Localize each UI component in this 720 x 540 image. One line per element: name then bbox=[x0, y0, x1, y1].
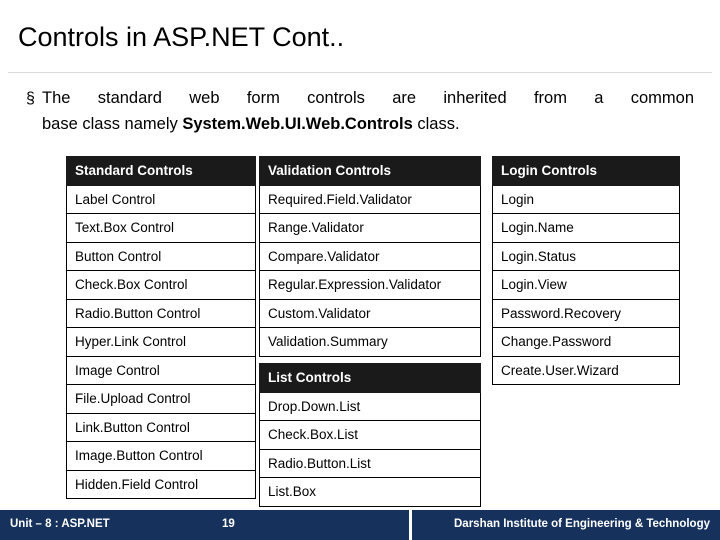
table-cell: Check.Box.List bbox=[259, 420, 481, 450]
table-row: Login.Name bbox=[492, 213, 680, 243]
table-row: List Controls bbox=[259, 363, 481, 393]
page-title: Controls in ASP.NET Cont.. bbox=[18, 22, 345, 52]
table-row: Image Control bbox=[66, 355, 256, 385]
table-header-cell: Validation Controls bbox=[259, 156, 481, 186]
table-list-controls: List Controls Drop.Down.List Check.Box.L… bbox=[259, 363, 481, 507]
table-cell: Text.Box Control bbox=[66, 213, 256, 243]
table-cell: Create.User.Wizard bbox=[492, 355, 680, 385]
table-cell: Range.Validator bbox=[259, 213, 481, 243]
table-row: Regular.Expression.Validator bbox=[259, 270, 481, 300]
table-cell: Image.Button Control bbox=[66, 441, 256, 471]
table-row: Label Control bbox=[66, 184, 256, 214]
table-row: Password.Recovery bbox=[492, 298, 680, 328]
table-row: Radio.Button Control bbox=[66, 298, 256, 328]
bullet-line-2: base class namely System.Web.UI.Web.Cont… bbox=[42, 112, 694, 137]
table-cell: Hyper.Link Control bbox=[66, 327, 256, 357]
footer-unit-label: Unit – 8 : ASP.NET bbox=[10, 518, 110, 530]
table-row: Login Controls bbox=[492, 156, 680, 186]
table-cell: Label Control bbox=[66, 184, 256, 214]
table-cell: Drop.Down.List bbox=[259, 391, 481, 421]
table-cell: Radio.Button.List bbox=[259, 448, 481, 478]
table-row: Standard Controls bbox=[66, 156, 256, 186]
table-header-cell: List Controls bbox=[259, 363, 481, 393]
table-row: Image.Button Control bbox=[66, 441, 256, 471]
bullet-block: § The standard web form controls are inh… bbox=[26, 86, 698, 137]
table-row: Compare.Validator bbox=[259, 241, 481, 271]
table-row: Validation.Summary bbox=[259, 327, 481, 357]
table-cell: Hidden.Field Control bbox=[66, 469, 256, 499]
table-header-cell: Standard Controls bbox=[66, 156, 256, 186]
table-cell: Link.Button Control bbox=[66, 412, 256, 442]
table-cell: Login.Status bbox=[492, 241, 680, 271]
table-validation-controls: Validation Controls Required.Field.Valid… bbox=[259, 156, 481, 357]
footer-separator bbox=[409, 510, 412, 540]
table-cell: Validation.Summary bbox=[259, 327, 481, 357]
table-cell: File.Upload Control bbox=[66, 384, 256, 414]
table-cell: Custom.Validator bbox=[259, 298, 481, 328]
table-row: Create.User.Wizard bbox=[492, 355, 680, 385]
table-row: Change.Password bbox=[492, 327, 680, 357]
table-row: Login bbox=[492, 184, 680, 214]
table-row: Range.Validator bbox=[259, 213, 481, 243]
title-divider bbox=[8, 72, 712, 73]
slide: Controls in ASP.NET Cont.. § The standar… bbox=[0, 0, 720, 540]
table-cell: Required.Field.Validator bbox=[259, 184, 481, 214]
bullet-row: § The standard web form controls are inh… bbox=[26, 86, 698, 111]
bullet-line-2-post: class. bbox=[412, 115, 460, 133]
table-row: Check.Box Control bbox=[66, 270, 256, 300]
table-row: Hidden.Field Control bbox=[66, 469, 256, 499]
footer-organization-label: Darshan Institute of Engineering & Techn… bbox=[454, 518, 710, 530]
table-row: Link.Button Control bbox=[66, 412, 256, 442]
table-row: Check.Box.List bbox=[259, 420, 481, 450]
table-row: Text.Box Control bbox=[66, 213, 256, 243]
table-cell: Change.Password bbox=[492, 327, 680, 357]
table-header-cell: Login Controls bbox=[492, 156, 680, 186]
bullet-text: The standard web form controls are inher… bbox=[42, 86, 694, 111]
bullet-line-2-pre: base class namely bbox=[42, 115, 183, 133]
footer-page-number: 19 bbox=[222, 518, 235, 530]
table-row: Custom.Validator bbox=[259, 298, 481, 328]
table-standard-controls: Standard Controls Label Control Text.Box… bbox=[66, 156, 256, 499]
slide-footer: Unit – 8 : ASP.NET 19 Darshan Institute … bbox=[0, 510, 720, 540]
table-cell: List.Box bbox=[259, 477, 481, 507]
table-row: Validation Controls bbox=[259, 156, 481, 186]
bullet-marker-icon: § bbox=[26, 90, 35, 107]
table-cell: Login.View bbox=[492, 270, 680, 300]
table-row: Login.Status bbox=[492, 241, 680, 271]
table-row: Drop.Down.List bbox=[259, 391, 481, 421]
table-row: List.Box bbox=[259, 477, 481, 507]
table-row: Login.View bbox=[492, 270, 680, 300]
table-login-controls: Login Controls Login Login.Name Login.St… bbox=[492, 156, 680, 385]
table-cell: Regular.Expression.Validator bbox=[259, 270, 481, 300]
bullet-line-2-bold: System.Web.UI.Web.Controls bbox=[182, 115, 413, 133]
table-cell: Login.Name bbox=[492, 213, 680, 243]
table-row: Radio.Button.List bbox=[259, 448, 481, 478]
table-cell: Login bbox=[492, 184, 680, 214]
table-cell: Compare.Validator bbox=[259, 241, 481, 271]
table-row: Button Control bbox=[66, 241, 256, 271]
table-row: Required.Field.Validator bbox=[259, 184, 481, 214]
table-cell: Password.Recovery bbox=[492, 298, 680, 328]
bullet-line-1: The standard web form controls are inher… bbox=[42, 89, 694, 107]
table-row: File.Upload Control bbox=[66, 384, 256, 414]
table-row: Hyper.Link Control bbox=[66, 327, 256, 357]
table-cell: Image Control bbox=[66, 355, 256, 385]
table-cell: Radio.Button Control bbox=[66, 298, 256, 328]
table-cell: Button Control bbox=[66, 241, 256, 271]
table-cell: Check.Box Control bbox=[66, 270, 256, 300]
